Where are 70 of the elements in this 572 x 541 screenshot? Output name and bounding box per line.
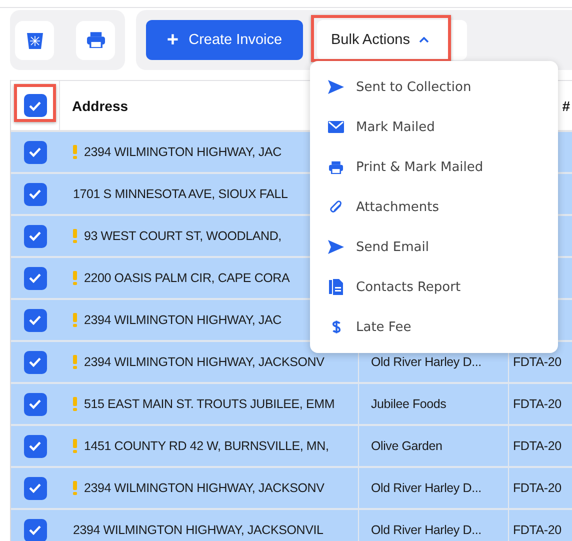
row-checkbox[interactable]	[24, 308, 46, 332]
dollar-icon	[332, 319, 340, 335]
table-row[interactable]: 515 EAST MAIN ST. TROUTS JUBILEE, EMM Jubilee Foods FDTA-20	[11, 384, 572, 426]
table-row[interactable]: 2394 WILMINGTON HIGHWAY, JACKSONVIL Old River Harley D... FDTA-20	[11, 510, 572, 541]
caret-icon	[419, 37, 429, 43]
row-checkbox[interactable]	[24, 182, 46, 206]
table-cell: FDTA-20	[513, 523, 562, 537]
table-cell: FDTA-20	[513, 481, 562, 495]
bulk-actions-button[interactable]: Bulk Actions	[317, 20, 467, 60]
document-icon	[329, 279, 343, 295]
address-cell: 2200 OASIS PALM CIR, CAPE CORA	[84, 271, 290, 285]
address-cell: 2394 WILMINGTON HIGHWAY, JACKSONVIL	[73, 523, 324, 537]
table-cell: Old River Harley D...	[371, 481, 482, 495]
row-checkbox[interactable]	[24, 518, 46, 541]
delete-button[interactable]	[15, 20, 54, 60]
menu-item-label: Print & Mark Mailed	[356, 160, 484, 174]
address-cell: 2394 WILMINGTON HIGHWAY, JACKSONV	[84, 355, 324, 369]
check-icon	[29, 189, 41, 199]
paperclip-icon	[330, 200, 342, 214]
table-cell: Old River Harley D...	[371, 523, 482, 537]
send-icon	[328, 80, 344, 94]
row-checkbox[interactable]	[24, 476, 46, 500]
column-header[interactable]: Address	[72, 98, 128, 114]
address-cell: 2394 WILMINGTON HIGHWAY, JAC	[84, 313, 282, 327]
check-icon	[29, 100, 41, 110]
menu-item-label: Late Fee	[356, 320, 412, 334]
print-button[interactable]	[76, 20, 115, 60]
address-cell: 2394 WILMINGTON HIGHWAY, JACKSONV	[84, 481, 324, 495]
check-icon	[29, 357, 41, 367]
check-icon	[29, 483, 41, 493]
row-checkbox[interactable]	[24, 392, 46, 416]
row-checkbox[interactable]	[24, 350, 46, 374]
send-icon	[328, 240, 344, 254]
address-cell: 93 WEST COURT ST, WOODLAND,	[84, 229, 282, 243]
check-icon	[29, 315, 41, 325]
printer-icon	[86, 32, 104, 48]
check-icon	[29, 399, 41, 409]
row-checkbox[interactable]	[24, 140, 46, 164]
menu-item[interactable]: Sent to Collection	[310, 67, 558, 107]
address-cell: 2394 WILMINGTON HIGHWAY, JAC	[84, 145, 282, 159]
check-icon	[29, 441, 41, 451]
envelope-icon	[328, 121, 344, 133]
menu-item-label: Send Email	[356, 240, 429, 254]
menu-item-label: Mark Mailed	[356, 120, 435, 134]
row-checkbox[interactable]	[24, 224, 46, 248]
table-cell: FDTA-20	[513, 439, 562, 453]
address-cell: 1701 S MINNESOTA AVE, SIOUX FALL	[73, 187, 288, 201]
menu-item-label: Attachments	[356, 200, 439, 214]
menu-item-label: Sent to Collection	[356, 80, 472, 94]
row-checkbox[interactable]	[24, 434, 46, 458]
check-icon	[29, 231, 41, 241]
check-icon	[29, 147, 41, 157]
column-header[interactable]: #	[562, 98, 570, 114]
create-invoice-button[interactable]: + Create Invoice	[146, 20, 303, 60]
table-row[interactable]: 1451 COUNTY RD 42 W, BURNSVILLE, MN, Olive Garden FDTA-20	[11, 426, 572, 468]
table-cell: Jubilee Foods	[371, 397, 446, 411]
printer-icon	[329, 160, 343, 174]
address-cell: 1451 COUNTY RD 42 W, BURNSVILLE, MN,	[84, 439, 329, 453]
menu-item-label: Contacts Report	[356, 280, 461, 294]
trash-icon	[26, 31, 42, 49]
select-all-checkbox[interactable]	[24, 94, 46, 117]
table-cell: FDTA-20	[513, 355, 562, 369]
check-icon	[29, 273, 41, 283]
table-cell: Olive Garden	[371, 439, 442, 453]
table-cell: Old River Harley D...	[371, 355, 482, 369]
table-row[interactable]: 2394 WILMINGTON HIGHWAY, JACKSONV Old River Harley D... FDTA-20	[11, 468, 572, 510]
address-cell: 515 EAST MAIN ST. TROUTS JUBILEE, EMM	[84, 397, 335, 411]
check-icon	[29, 525, 41, 535]
table-cell: FDTA-20	[513, 397, 562, 411]
row-checkbox[interactable]	[24, 266, 46, 290]
